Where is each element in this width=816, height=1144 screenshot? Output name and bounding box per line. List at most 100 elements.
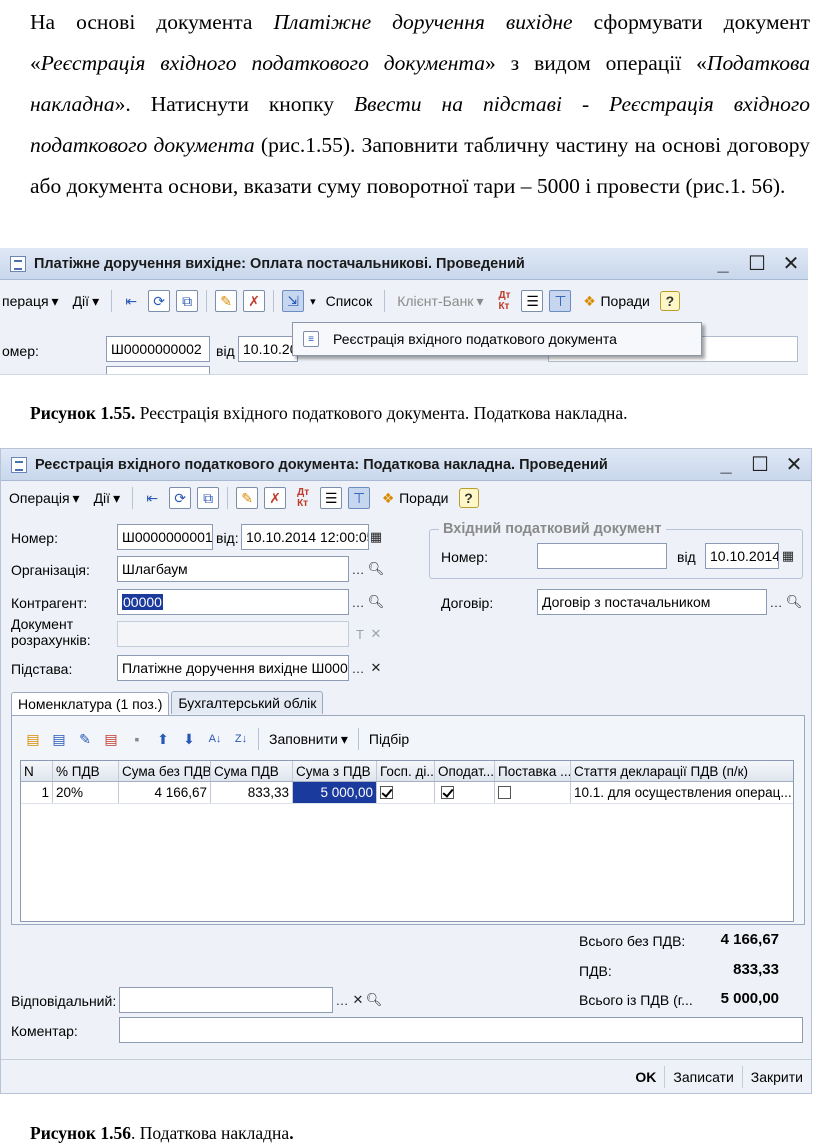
business-checkbox[interactable] bbox=[380, 785, 393, 799]
enter-on-basis-menu: ≡ Реєстрація вхідного податкового докуме… bbox=[292, 322, 702, 356]
supply-checkbox[interactable] bbox=[498, 785, 511, 799]
calendar-icon[interactable]: ▦ bbox=[367, 526, 385, 548]
list-button[interactable]: Список bbox=[322, 291, 377, 311]
close-button[interactable]: ✕ bbox=[783, 454, 805, 476]
unpost-document-icon[interactable]: ✗ bbox=[243, 290, 266, 312]
para-italic-1: Платіжне доручення вихідне bbox=[273, 10, 573, 34]
calendar-icon[interactable]: ▦ bbox=[779, 545, 797, 567]
add-row-icon[interactable]: ▤ bbox=[22, 728, 44, 750]
add-copy-icon[interactable]: ▤ bbox=[48, 728, 70, 750]
refresh-icon[interactable]: ⟳ bbox=[169, 487, 192, 509]
col-vat-pct[interactable]: % ПДВ bbox=[53, 761, 119, 781]
col-n[interactable]: N bbox=[21, 761, 53, 781]
comment-field[interactable] bbox=[119, 1017, 803, 1043]
contractor-field[interactable]: 00000 bbox=[117, 589, 349, 615]
maximize-button[interactable]: ☐ bbox=[746, 253, 768, 275]
cell-vat-pct[interactable]: 20% bbox=[53, 782, 119, 803]
report-icon[interactable]: ☰ bbox=[320, 487, 343, 509]
report-icon[interactable]: ☰ bbox=[521, 290, 544, 312]
client-bank-button[interactable]: Клієнт-Банк ▾ bbox=[393, 291, 487, 312]
select-ellipsis-icon[interactable]: … bbox=[349, 657, 367, 679]
incoming-date-field[interactable]: 10.10.2014 bbox=[705, 543, 779, 569]
number-field[interactable]: Ш0000000002 bbox=[106, 336, 210, 362]
move-up-icon[interactable]: ⬆ bbox=[152, 728, 174, 750]
help-button[interactable]: ? bbox=[458, 488, 479, 508]
dt-kt-icon[interactable]: Дт Кт bbox=[292, 487, 314, 509]
structure-icon[interactable]: ⊤ bbox=[348, 487, 371, 509]
responsible-field[interactable] bbox=[119, 987, 333, 1013]
col-taxable[interactable]: Оподат... bbox=[435, 761, 495, 781]
taxable-checkbox[interactable] bbox=[441, 785, 454, 799]
cell-vat-article[interactable]: 10.1. для осуществления операц... bbox=[571, 782, 793, 803]
operation-menu-button[interactable]: Операція ▾ bbox=[5, 488, 84, 509]
end-edit-icon[interactable]: ▪ bbox=[126, 728, 148, 750]
edit-row-icon[interactable]: ✎ bbox=[74, 728, 96, 750]
col-business[interactable]: Госп. ді... bbox=[377, 761, 435, 781]
tab-nomenclature[interactable]: Номенклатура (1 поз.) bbox=[11, 692, 170, 715]
date-field[interactable]: 10.10.2014 12:00:05 bbox=[241, 524, 369, 550]
cell-sum-vat[interactable]: 833,33 bbox=[211, 782, 293, 803]
help-button[interactable]: ? bbox=[659, 291, 680, 311]
post-document-icon[interactable]: ✎ bbox=[236, 487, 259, 509]
sort-descending-icon[interactable]: Z↓ bbox=[230, 728, 252, 750]
enter-on-basis-icon[interactable]: ⇲ bbox=[282, 290, 305, 312]
organization-field[interactable]: Шлагбаум bbox=[117, 556, 349, 582]
dt-kt-icon[interactable]: Дт Кт bbox=[493, 290, 515, 312]
cell-sum-with-vat[interactable]: 5 000,00 bbox=[293, 782, 377, 803]
col-sum-vat[interactable]: Сума ПДВ bbox=[211, 761, 293, 781]
incoming-number-field[interactable] bbox=[537, 543, 667, 569]
col-sum-no-vat[interactable]: Сума без ПДВ bbox=[119, 761, 211, 781]
close-dialog-button[interactable]: Закрити bbox=[741, 1065, 811, 1088]
tab-accounting[interactable]: Бухгалтерський облік bbox=[171, 691, 324, 714]
col-supply[interactable]: Поставка ... bbox=[495, 761, 571, 781]
number-field[interactable]: Ш0000000001 bbox=[117, 524, 213, 550]
arrow-left-icon[interactable]: ⇤ bbox=[141, 487, 163, 509]
select-ellipsis-icon[interactable]: … bbox=[349, 558, 367, 580]
search-icon[interactable]: 🔍︎ bbox=[367, 591, 385, 613]
delete-row-icon[interactable]: ▤ bbox=[100, 728, 122, 750]
unpost-document-icon[interactable]: ✗ bbox=[264, 487, 287, 509]
grid-toolbar: ▤ ▤ ✎ ▤ ▪ ⬆ ⬇ A↓ Z↓ Заповнити ▾ Підбір bbox=[22, 728, 413, 750]
sort-ascending-icon[interactable]: A↓ bbox=[204, 728, 226, 750]
structure-icon[interactable]: ⊤ bbox=[549, 290, 572, 312]
close-button[interactable]: ✕ bbox=[780, 253, 802, 275]
total-with-vat-label: Всього із ПДВ (г... bbox=[579, 992, 693, 1008]
save-button[interactable]: Записати bbox=[664, 1065, 741, 1088]
cell-sum-no-vat[interactable]: 4 166,67 bbox=[119, 782, 211, 803]
operation-menu-button[interactable]: пераця ▾ bbox=[0, 291, 63, 312]
tips-icon: ❖ bbox=[381, 489, 395, 506]
move-down-icon[interactable]: ⬇ bbox=[178, 728, 200, 750]
post-document-icon[interactable]: ✎ bbox=[215, 290, 238, 312]
ok-button[interactable]: OK bbox=[627, 1066, 664, 1088]
col-vat-article[interactable]: Стаття декларації ПДВ (п/к) bbox=[571, 761, 793, 781]
contract-field[interactable]: Договір з постачальником bbox=[537, 589, 767, 615]
actions-menu-button[interactable]: Дії ▾ bbox=[90, 488, 125, 509]
tips-button[interactable]: ❖ Поради bbox=[577, 288, 653, 314]
menu-item-incoming-tax-doc[interactable]: Реєстрація вхідного податкового документ… bbox=[333, 331, 617, 347]
copy-icon[interactable]: ⧉ bbox=[176, 290, 199, 312]
basis-field[interactable]: Платіжне доручення вихідне Ш000000( bbox=[117, 655, 349, 681]
refresh-icon[interactable]: ⟳ bbox=[148, 290, 171, 312]
selection-button[interactable]: Підбір bbox=[365, 729, 413, 749]
select-ellipsis-icon[interactable]: … bbox=[349, 591, 367, 613]
search-icon[interactable]: 🔍︎ bbox=[785, 591, 803, 613]
actions-menu-button[interactable]: Дії ▾ bbox=[69, 291, 104, 312]
arrow-left-icon[interactable]: ⇤ bbox=[120, 290, 142, 312]
col-sum-with-vat[interactable]: Сума з ПДВ bbox=[293, 761, 377, 781]
tips-button[interactable]: ❖ Поради bbox=[376, 485, 452, 511]
table-row[interactable]: 1 20% 4 166,67 833,33 5 000,00 10.1. для… bbox=[21, 782, 793, 804]
clear-icon[interactable]: ✕ bbox=[367, 657, 385, 679]
maximize-button[interactable]: ☐ bbox=[749, 454, 771, 476]
settlement-doc-field[interactable] bbox=[117, 621, 349, 647]
fill-menu-button[interactable]: Заповнити ▾ bbox=[265, 729, 352, 750]
search-icon[interactable]: 🔍︎ bbox=[367, 558, 385, 580]
clear-icon[interactable]: ✕ bbox=[367, 623, 385, 645]
minimize-button[interactable]: _ bbox=[712, 253, 734, 275]
minimize-button[interactable]: _ bbox=[715, 454, 737, 476]
copy-icon[interactable]: ⧉ bbox=[197, 487, 220, 509]
partial-field[interactable] bbox=[106, 366, 210, 374]
search-icon[interactable]: 🔍︎ bbox=[365, 989, 383, 1011]
date-field[interactable]: 10.10.20 bbox=[238, 336, 298, 362]
select-ellipsis-icon[interactable]: … bbox=[767, 591, 785, 613]
document-icon bbox=[11, 456, 27, 473]
